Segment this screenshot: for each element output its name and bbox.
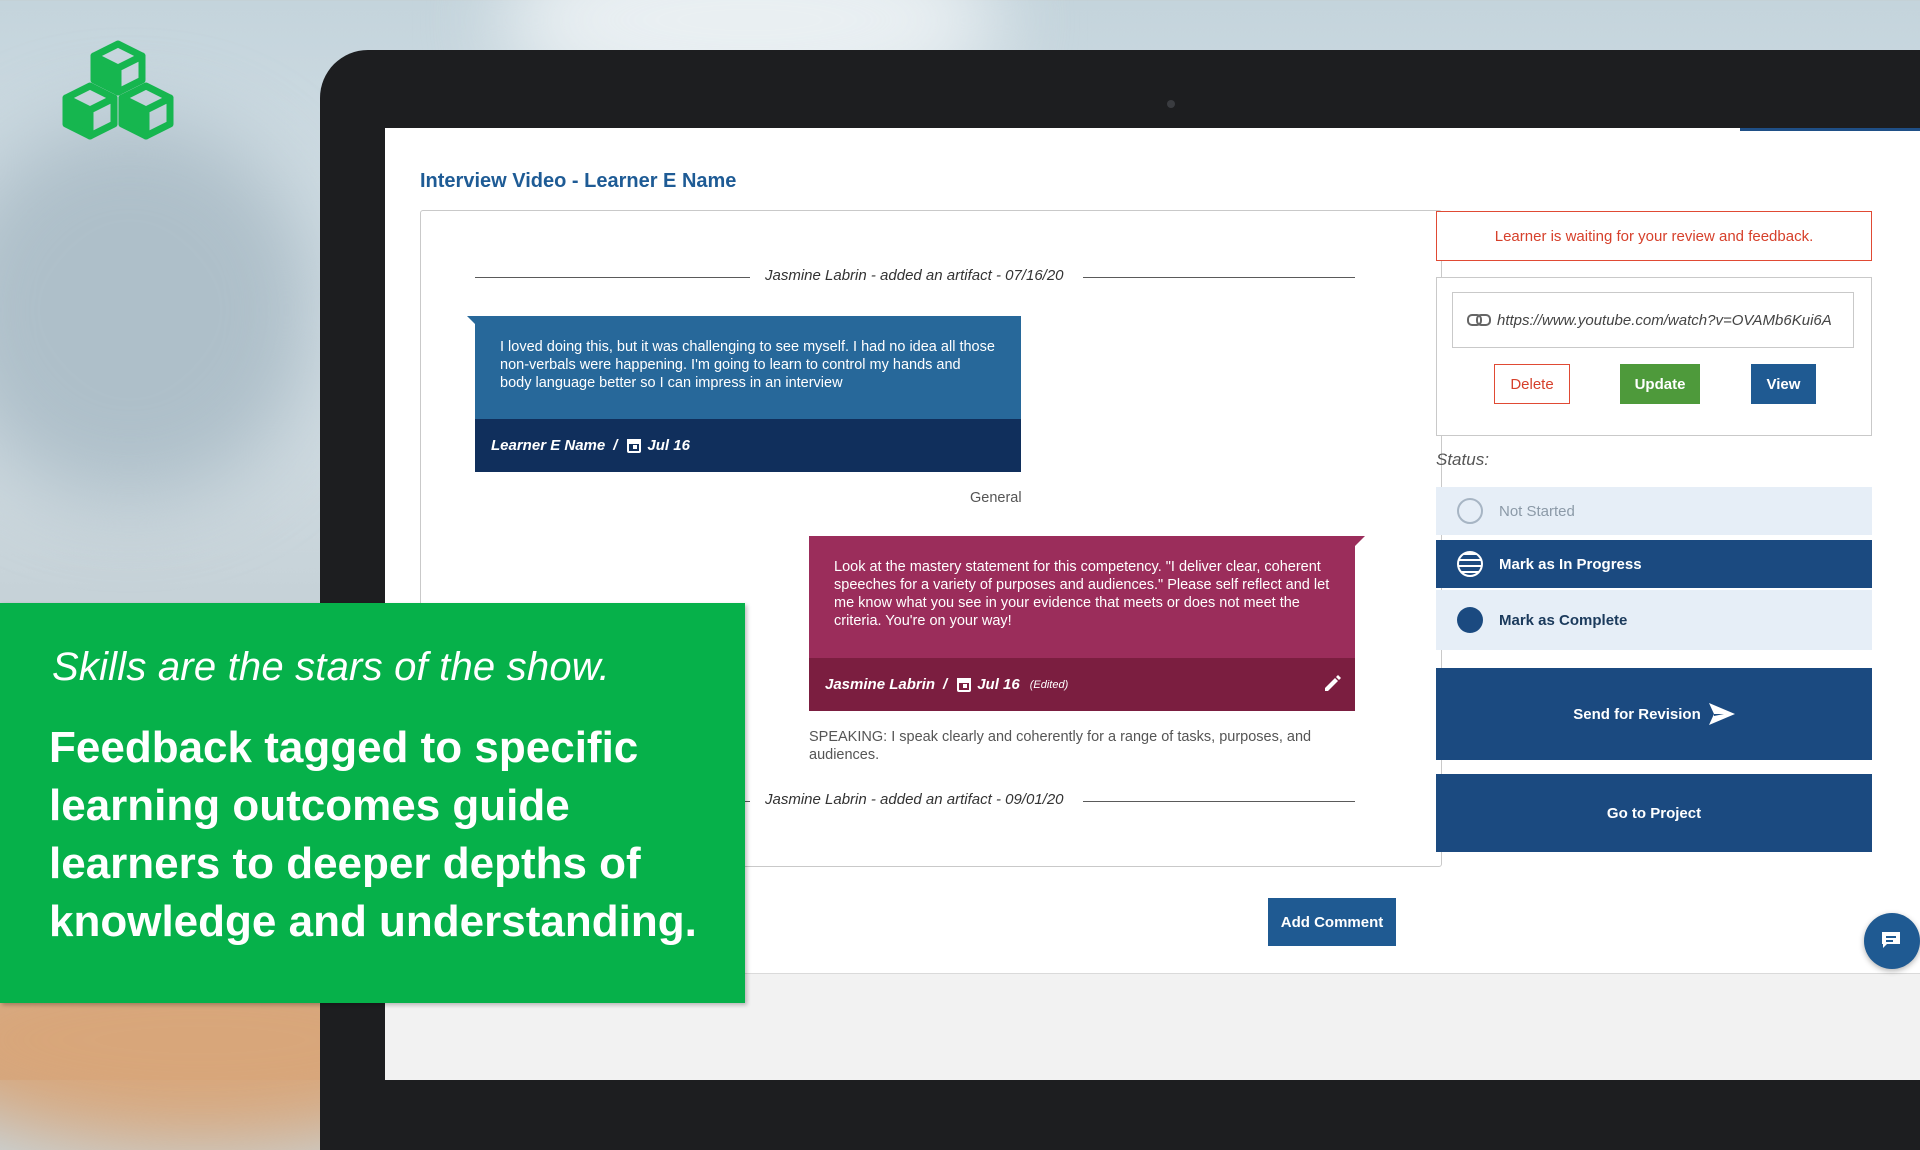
cubes-logo-icon <box>58 40 178 145</box>
link-icon <box>1467 314 1491 326</box>
status-label: Status: <box>1436 450 1489 469</box>
radio-empty-icon <box>1457 498 1483 524</box>
view-button[interactable]: View <box>1751 364 1816 404</box>
calendar-icon <box>957 677 972 692</box>
review-alert: Learner is waiting for your review and f… <box>1436 211 1872 261</box>
status-option-label: Mark as Complete <box>1499 611 1628 629</box>
promo-headline: Feedback tagged to specific learning out… <box>49 723 697 946</box>
comment-author: Learner E Name <box>491 437 606 454</box>
comment-footer: Jasmine Labrin / Jul 16 (Edited) <box>809 658 1355 711</box>
status-in-progress[interactable]: Mark as In Progress <box>1436 540 1872 588</box>
author-separator: / <box>613 437 618 454</box>
comment-author: Jasmine Labrin <box>825 676 936 693</box>
page-title: Interview Video - Learner E Name <box>420 170 737 192</box>
divider-text: Jasmine Labrin - added an artifact - 09/… <box>765 791 1064 808</box>
comment-tag: General <box>970 490 1022 506</box>
pencil-icon[interactable] <box>1323 675 1341 693</box>
promo-panel: Skills are the stars of the show. Feedba… <box>0 603 745 1003</box>
status-option-label: Mark as In Progress <box>1499 555 1642 573</box>
comment-tag: SPEAKING: I speak clearly and coherently… <box>809 729 1312 763</box>
send-icon <box>1708 703 1735 725</box>
radio-filled-icon <box>1457 607 1483 633</box>
comment-text: I loved doing this, but it was challengi… <box>500 339 995 391</box>
add-comment-button[interactable]: Add Comment <box>1268 898 1396 946</box>
comment-footer: Learner E Name / Jul 16 <box>475 419 1021 472</box>
update-button[interactable]: Update <box>1620 364 1700 404</box>
artifact-card: https://www.youtube.com/watch?v=OVAMb6Ku… <box>1436 277 1872 436</box>
promo-tagline: Skills are the stars of the show. <box>52 645 610 689</box>
send-for-revision-button[interactable]: Send for Revision <box>1436 668 1872 760</box>
status-complete[interactable]: Mark as Complete <box>1436 590 1872 650</box>
status-not-started[interactable]: Not Started <box>1436 487 1872 535</box>
edited-label: (Edited) <box>1029 678 1069 691</box>
teacher-comment[interactable]: Look at the mastery statement for this c… <box>809 536 1355 711</box>
laptop-camera <box>1167 100 1175 108</box>
learner-comment[interactable]: I loved doing this, but it was challengi… <box>475 316 1021 472</box>
send-label: Send for Revision <box>1573 705 1701 723</box>
artifact-divider: Jasmine Labrin - added an artifact - 07/… <box>475 267 1355 287</box>
artifact-url: https://www.youtube.com/watch?v=OVAMb6Ku… <box>1497 311 1832 329</box>
top-accent-line <box>1740 128 1920 131</box>
divider-text: Jasmine Labrin - added an artifact - 07/… <box>765 267 1064 284</box>
radio-half-icon <box>1457 551 1483 577</box>
go-to-project-button[interactable]: Go to Project <box>1436 774 1872 852</box>
calendar-icon <box>627 438 642 453</box>
author-separator: / <box>943 676 948 693</box>
bubble-tail <box>1355 536 1365 546</box>
chat-icon <box>1882 932 1900 948</box>
chat-button[interactable] <box>1864 913 1920 969</box>
comment-text: Look at the mastery statement for this c… <box>834 559 1330 629</box>
delete-button[interactable]: Delete <box>1494 364 1570 404</box>
artifact-url-field[interactable]: https://www.youtube.com/watch?v=OVAMb6Ku… <box>1452 292 1854 348</box>
comment-date: Jul 16 <box>977 676 1020 693</box>
status-option-label: Not Started <box>1499 502 1575 520</box>
comment-date: Jul 16 <box>647 437 690 454</box>
